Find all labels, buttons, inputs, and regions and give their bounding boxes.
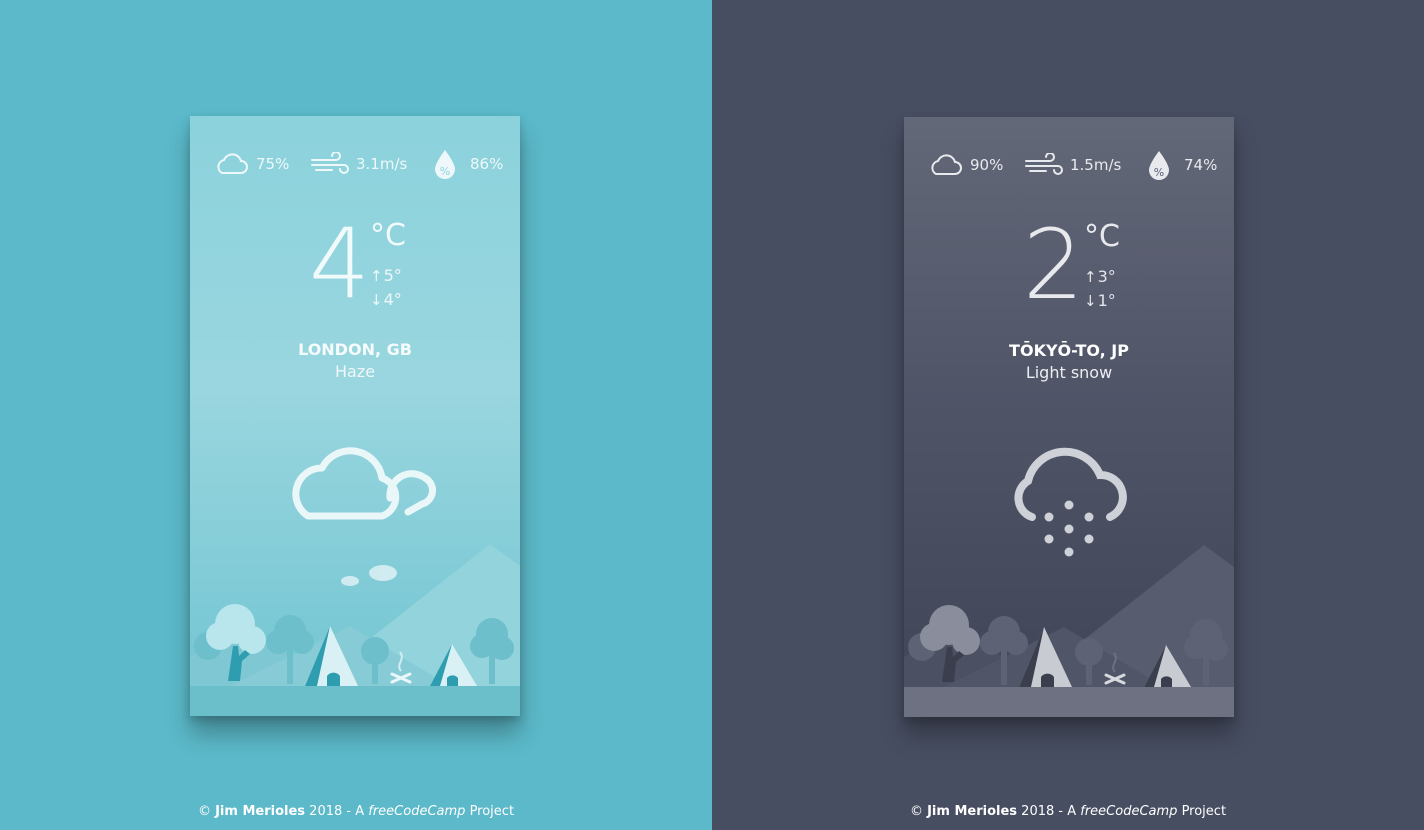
- arrow-up-icon: ↑: [370, 266, 383, 285]
- freecodecamp-link[interactable]: freeCodeCamp: [368, 804, 465, 819]
- weather-card-london: 75% 3.1m/s % 86% 4 °C ↑ 5° ↓ 4° LONDON, …: [190, 116, 520, 716]
- page: 75% 3.1m/s % 86% 4 °C ↑ 5° ↓ 4° LONDON, …: [0, 0, 1424, 830]
- weather-description: Haze: [334, 362, 376, 381]
- weather-description: Light snow: [1025, 363, 1113, 382]
- footer-suffix: Project: [469, 804, 515, 819]
- landscape-illustration: [190, 544, 520, 716]
- location-name: TŌKYŌ-TO, JP: [1009, 341, 1129, 360]
- arrow-up-icon: ↑: [1084, 267, 1097, 286]
- wind-icon: [1025, 153, 1063, 175]
- high-temperature: ↑ 5°: [370, 266, 402, 285]
- footer-year: 2018 - A: [1021, 804, 1077, 819]
- wind-stat: 3.1m/s: [310, 146, 407, 182]
- high-temperature: ↑ 3°: [1084, 267, 1116, 286]
- arrow-down-icon: ↓: [370, 290, 383, 309]
- wind-icon: [311, 152, 349, 174]
- humidity-drop-icon: %: [1149, 151, 1169, 180]
- wind-value: 1.5m/s: [1070, 156, 1122, 174]
- weather-stats: 90% 1.5m/s % 74%: [904, 147, 1234, 183]
- copyright-symbol: ©: [197, 804, 211, 819]
- location-name: LONDON, GB: [298, 340, 412, 359]
- footer-credit: © Jim Merioles 2018 - A freeCodeCamp Pro…: [0, 804, 712, 819]
- wind-stat: 1.5m/s: [1024, 147, 1121, 183]
- wind-value: 3.1m/s: [356, 155, 408, 173]
- current-temperature: 4: [308, 208, 370, 320]
- high-value: 3°: [1097, 267, 1116, 286]
- author-link[interactable]: Jim Merioles: [927, 804, 1017, 819]
- high-value: 5°: [383, 266, 402, 285]
- day-panel: 75% 3.1m/s % 86% 4 °C ↑ 5° ↓ 4° LONDON, …: [0, 0, 712, 830]
- low-temperature: ↓ 1°: [1084, 291, 1116, 310]
- cloudiness-stat: 75%: [214, 146, 289, 182]
- humidity-stat: % 74%: [1146, 147, 1217, 183]
- temperature-unit: °C: [370, 218, 406, 253]
- low-value: 1°: [1097, 291, 1116, 310]
- low-value: 4°: [383, 290, 402, 309]
- humidity-drop-icon: %: [435, 150, 455, 179]
- cloudiness-value: 75%: [256, 155, 290, 173]
- night-panel: 90% 1.5m/s % 74% 2 °C ↑ 3° ↓ 1° TŌKYŌ-TO…: [712, 0, 1424, 830]
- copyright-symbol: ©: [909, 804, 923, 819]
- temperature-unit: °C: [1084, 219, 1120, 254]
- svg-text:%: %: [440, 165, 450, 178]
- current-temperature: 2: [1022, 209, 1084, 321]
- cloudiness-value: 90%: [970, 156, 1004, 174]
- temperature-block: 2 °C ↑ 3° ↓ 1°: [904, 209, 1234, 327]
- footer-suffix: Project: [1181, 804, 1227, 819]
- humidity-value: 74%: [1184, 156, 1218, 174]
- freecodecamp-link[interactable]: freeCodeCamp: [1080, 804, 1177, 819]
- low-temperature: ↓ 4°: [370, 290, 402, 309]
- svg-text:%: %: [1154, 166, 1164, 179]
- humidity-value: 86%: [470, 155, 504, 173]
- cloudiness-stat: 90%: [928, 147, 1003, 183]
- weather-stats: 75% 3.1m/s % 86%: [190, 146, 520, 182]
- author-link[interactable]: Jim Merioles: [215, 804, 305, 819]
- humidity-stat: % 86%: [432, 146, 503, 182]
- arrow-down-icon: ↓: [1084, 291, 1097, 310]
- cloud-icon: [217, 153, 248, 174]
- landscape-illustration: [904, 545, 1234, 717]
- weather-card-tokyo: 90% 1.5m/s % 74% 2 °C ↑ 3° ↓ 1° TŌKYŌ-TO…: [904, 117, 1234, 717]
- footer-year: 2018 - A: [309, 804, 365, 819]
- cloud-icon: [931, 154, 962, 175]
- temperature-block: 4 °C ↑ 5° ↓ 4°: [190, 208, 520, 326]
- footer-credit: © Jim Merioles 2018 - A freeCodeCamp Pro…: [712, 804, 1424, 819]
